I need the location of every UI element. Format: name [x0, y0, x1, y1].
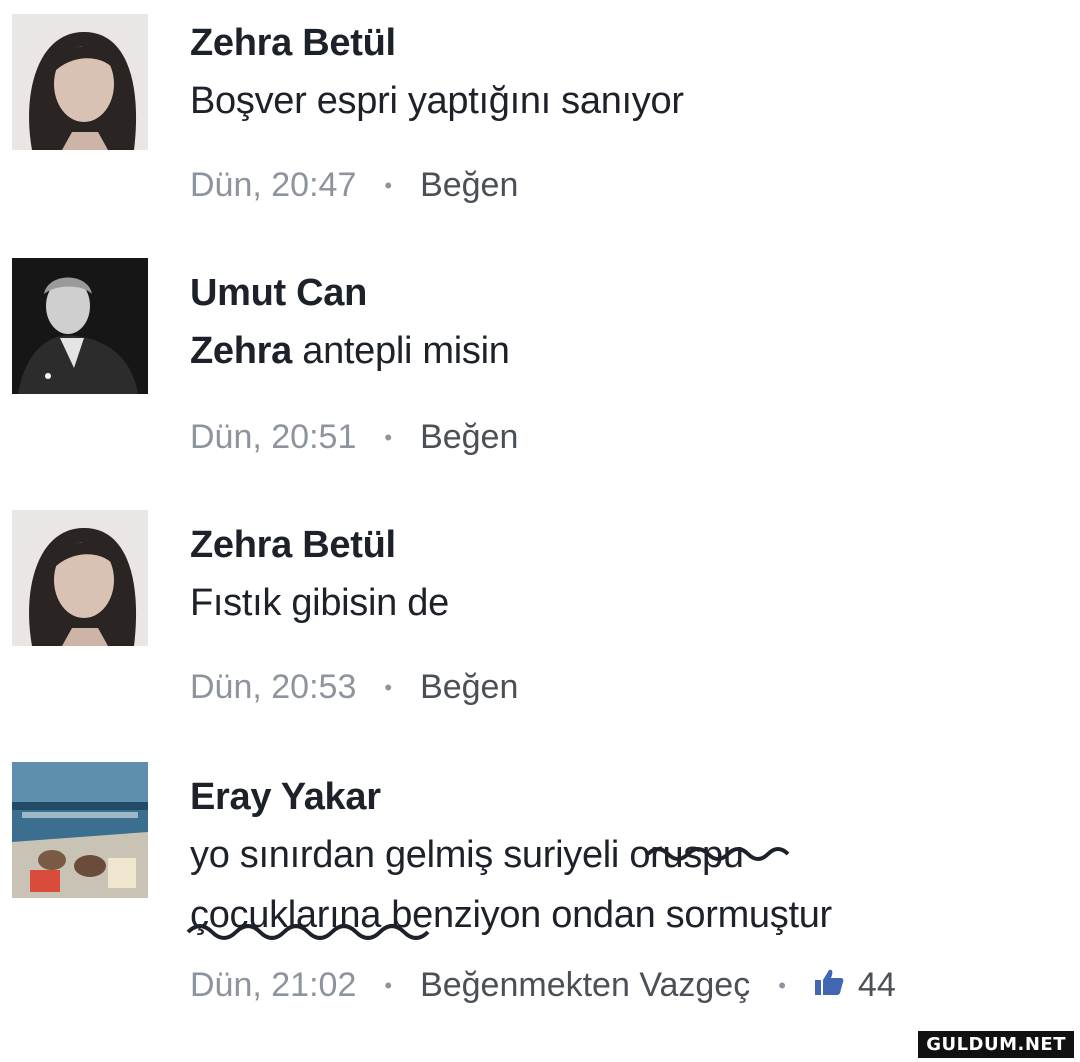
- comment-text-line-1: yo sınırdan gelmiş suriyeli oruspu: [190, 834, 790, 877]
- separator-dot-icon: •: [778, 972, 786, 998]
- censored-word: ruspu: [646, 834, 790, 877]
- censored-text: ruspu: [650, 834, 744, 876]
- mention-link[interactable]: Zehra: [190, 330, 292, 372]
- comment-text-body: yo sınırdan gelmiş suriyeli o: [190, 834, 651, 876]
- avatar[interactable]: [12, 14, 148, 150]
- avatar[interactable]: [12, 258, 148, 394]
- avatar[interactable]: [12, 762, 148, 898]
- comment-author[interactable]: Umut Can: [190, 272, 367, 315]
- comment-text-line-2: çocuklarına benziyon ondan sormuştur: [186, 894, 832, 940]
- comment-timestamp[interactable]: Dün, 20:53: [190, 668, 356, 707]
- avatar-image-man: [12, 258, 148, 394]
- separator-dot-icon: •: [384, 172, 393, 198]
- comment-author[interactable]: Zehra Betül: [190, 524, 396, 567]
- thumbs-up-icon[interactable]: [814, 966, 844, 1005]
- comment-text-body: benziyon ondan sormuştur: [381, 894, 832, 936]
- like-button[interactable]: Beğen: [420, 418, 518, 457]
- comment-timestamp[interactable]: Dün, 20:47: [190, 166, 356, 205]
- comment-meta: Dün, 20:47 • Beğen: [190, 166, 518, 205]
- avatar[interactable]: [12, 510, 148, 646]
- comment-author[interactable]: Eray Yakar: [190, 776, 381, 819]
- like-count[interactable]: 44: [858, 966, 896, 1005]
- comment-timestamp[interactable]: Dün, 21:02: [190, 966, 356, 1005]
- censored-text: çocuklarına: [190, 894, 382, 936]
- separator-dot-icon: •: [384, 424, 393, 450]
- avatar-image-woman: [12, 14, 148, 150]
- like-button[interactable]: Beğen: [420, 668, 518, 707]
- like-button[interactable]: Beğen: [420, 166, 518, 205]
- separator-dot-icon: •: [384, 972, 393, 998]
- comment-author[interactable]: Zehra Betül: [190, 22, 396, 65]
- comment-text: Fıstık gibisin de: [190, 582, 449, 624]
- comment-meta: Dün, 21:02 • Beğenmekten Vazgeç • 44: [190, 966, 896, 1005]
- avatar-image-woman: [12, 510, 148, 646]
- comment-text: Zehra antepli misin: [190, 330, 510, 373]
- comment-text: Boşver espri yaptığını sanıyor: [190, 80, 684, 122]
- comment-timestamp[interactable]: Dün, 20:51: [190, 418, 356, 457]
- comment-meta: Dün, 20:51 • Beğen: [190, 418, 518, 457]
- separator-dot-icon: •: [384, 674, 393, 700]
- censored-word: çocuklarına: [186, 894, 430, 940]
- comment-meta: Dün, 20:53 • Beğen: [190, 668, 518, 707]
- site-watermark: GULDUM.NET: [918, 1031, 1074, 1058]
- comment-text-body: antepli misin: [291, 330, 510, 372]
- unlike-button[interactable]: Beğenmekten Vazgeç: [420, 966, 750, 1005]
- avatar-image-boat-photo: [12, 762, 148, 898]
